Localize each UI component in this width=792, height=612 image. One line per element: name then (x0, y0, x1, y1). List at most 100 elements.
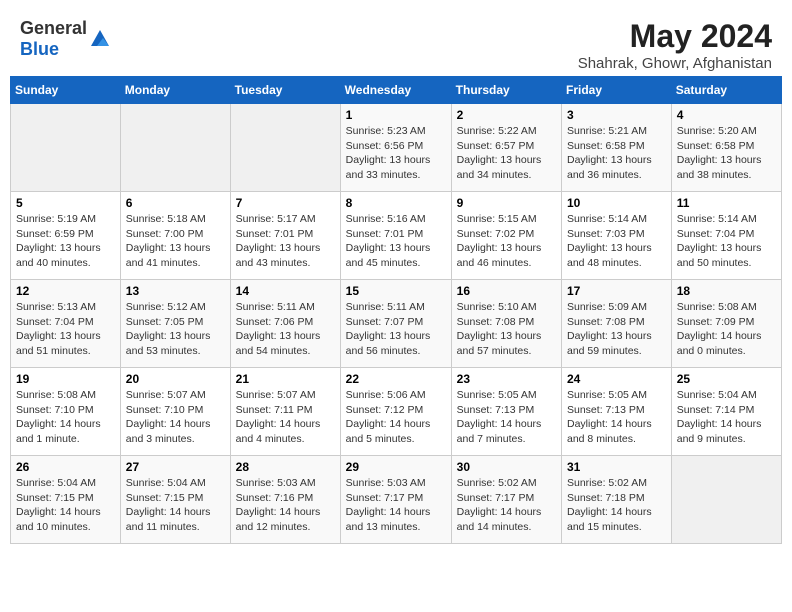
day-number: 30 (457, 460, 556, 474)
cell-info: Sunrise: 5:09 AMSunset: 7:08 PMDaylight:… (567, 301, 652, 357)
calendar-cell: 30 Sunrise: 5:02 AMSunset: 7:17 PMDayligh… (451, 456, 561, 544)
cell-info: Sunrise: 5:03 AMSunset: 7:17 PMDaylight:… (346, 477, 431, 533)
cell-info: Sunrise: 5:16 AMSunset: 7:01 PMDaylight:… (346, 213, 431, 269)
day-number: 19 (16, 372, 115, 386)
calendar-cell: 26Sunrise: 5:04 AMSunset: 7:15 PMDayligh… (11, 456, 121, 544)
calendar-cell: 25 Sunrise: 5:04 AMSunset: 7:14 PMDayligh… (671, 368, 781, 456)
logo-text: General Blue (20, 18, 87, 60)
cell-info: Sunrise: 5:03 AMSunset: 7:16 PMDaylight:… (236, 477, 321, 533)
calendar-cell: 2 Sunrise: 5:22 AMSunset: 6:57 PMDaylight… (451, 104, 561, 192)
logo-blue: Blue (20, 39, 59, 59)
calendar-cell: 22 Sunrise: 5:06 AMSunset: 7:12 PMDayligh… (340, 368, 451, 456)
cell-info: Sunrise: 5:05 AMSunset: 7:13 PMDaylight:… (567, 389, 652, 445)
day-number: 16 (457, 284, 556, 298)
calendar-cell: 21 Sunrise: 5:07 AMSunset: 7:11 PMDayligh… (230, 368, 340, 456)
cell-info: Sunrise: 5:07 AMSunset: 7:10 PMDaylight:… (126, 389, 211, 445)
calendar-cell (120, 104, 230, 192)
calendar-cell: 11 Sunrise: 5:14 AMSunset: 7:04 PMDayligh… (671, 192, 781, 280)
week-row-4: 19 Sunrise: 5:08 AMSunset: 7:10 PMDayligh… (11, 368, 782, 456)
day-number: 3 (567, 108, 666, 122)
column-header-monday: Monday (120, 77, 230, 104)
calendar-cell: 6Sunrise: 5:18 AMSunset: 7:00 PMDaylight… (120, 192, 230, 280)
cell-info: Sunrise: 5:22 AMSunset: 6:57 PMDaylight:… (457, 125, 542, 181)
day-number: 7 (236, 196, 335, 210)
day-number: 25 (677, 372, 776, 386)
day-number: 24 (567, 372, 666, 386)
cell-info: Sunrise: 5:06 AMSunset: 7:12 PMDaylight:… (346, 389, 431, 445)
day-number: 22 (346, 372, 446, 386)
calendar-cell: 27 Sunrise: 5:04 AMSunset: 7:15 PMDayligh… (120, 456, 230, 544)
day-number: 9 (457, 196, 556, 210)
day-number: 31 (567, 460, 666, 474)
calendar-cell: 17Sunrise: 5:09 AMSunset: 7:08 PMDayligh… (562, 280, 672, 368)
cell-info: Sunrise: 5:13 AMSunset: 7:04 PMDaylight:… (16, 301, 101, 357)
day-number: 2 (457, 108, 556, 122)
calendar-cell: 24 Sunrise: 5:05 AMSunset: 7:13 PMDayligh… (562, 368, 672, 456)
day-number: 1 (346, 108, 446, 122)
logo-icon (89, 28, 111, 50)
calendar-cell: 16 Sunrise: 5:10 AMSunset: 7:08 PMDayligh… (451, 280, 561, 368)
location: Shahrak, Ghowr, Afghanistan (578, 55, 772, 72)
cell-info: Sunrise: 5:18 AMSunset: 7:00 PMDaylight:… (126, 213, 211, 269)
title-block: May 2024 Shahrak, Ghowr, Afghanistan (578, 18, 772, 72)
cell-info: Sunrise: 5:17 AMSunset: 7:01 PMDaylight:… (236, 213, 321, 269)
day-number: 21 (236, 372, 335, 386)
calendar-cell: 18Sunrise: 5:08 AMSunset: 7:09 PMDayligh… (671, 280, 781, 368)
cell-info: Sunrise: 5:10 AMSunset: 7:08 PMDaylight:… (457, 301, 542, 357)
calendar-cell (230, 104, 340, 192)
day-number: 28 (236, 460, 335, 474)
cell-info: Sunrise: 5:04 AMSunset: 7:15 PMDaylight:… (16, 477, 101, 533)
week-row-1: 1 Sunrise: 5:23 AMSunset: 6:56 PMDaylight… (11, 104, 782, 192)
day-number: 15 (346, 284, 446, 298)
day-number: 29 (346, 460, 446, 474)
calendar-cell: 9 Sunrise: 5:15 AMSunset: 7:02 PMDaylight… (451, 192, 561, 280)
calendar-table: SundayMondayTuesdayWednesdayThursdayFrid… (10, 76, 782, 544)
cell-info: Sunrise: 5:04 AMSunset: 7:14 PMDaylight:… (677, 389, 762, 445)
calendar-cell: 13Sunrise: 5:12 AMSunset: 7:05 PMDayligh… (120, 280, 230, 368)
cell-info: Sunrise: 5:15 AMSunset: 7:02 PMDaylight:… (457, 213, 542, 269)
column-header-sunday: Sunday (11, 77, 121, 104)
cell-info: Sunrise: 5:08 AMSunset: 7:10 PMDaylight:… (16, 389, 101, 445)
calendar-cell: 20 Sunrise: 5:07 AMSunset: 7:10 PMDayligh… (120, 368, 230, 456)
day-number: 27 (126, 460, 225, 474)
cell-info: Sunrise: 5:04 AMSunset: 7:15 PMDaylight:… (126, 477, 211, 533)
calendar-cell: 28 Sunrise: 5:03 AMSunset: 7:16 PMDayligh… (230, 456, 340, 544)
cell-info: Sunrise: 5:02 AMSunset: 7:18 PMDaylight:… (567, 477, 652, 533)
calendar-cell: 14 Sunrise: 5:11 AMSunset: 7:06 PMDayligh… (230, 280, 340, 368)
calendar-cell: 29 Sunrise: 5:03 AMSunset: 7:17 PMDayligh… (340, 456, 451, 544)
calendar-cell: 5Sunrise: 5:19 AMSunset: 6:59 PMDaylight… (11, 192, 121, 280)
calendar-cell: 23 Sunrise: 5:05 AMSunset: 7:13 PMDayligh… (451, 368, 561, 456)
day-number: 4 (677, 108, 776, 122)
calendar-cell: 12 Sunrise: 5:13 AMSunset: 7:04 PMDayligh… (11, 280, 121, 368)
cell-info: Sunrise: 5:14 AMSunset: 7:04 PMDaylight:… (677, 213, 762, 269)
day-number: 12 (16, 284, 115, 298)
calendar-cell: 1 Sunrise: 5:23 AMSunset: 6:56 PMDaylight… (340, 104, 451, 192)
cell-info: Sunrise: 5:20 AMSunset: 6:58 PMDaylight:… (677, 125, 762, 181)
column-header-thursday: Thursday (451, 77, 561, 104)
column-header-tuesday: Tuesday (230, 77, 340, 104)
cell-info: Sunrise: 5:05 AMSunset: 7:13 PMDaylight:… (457, 389, 542, 445)
logo-general: General (20, 18, 87, 38)
calendar-cell: 10Sunrise: 5:14 AMSunset: 7:03 PMDayligh… (562, 192, 672, 280)
calendar-cell (11, 104, 121, 192)
cell-info: Sunrise: 5:11 AMSunset: 7:07 PMDaylight:… (346, 301, 431, 357)
week-row-2: 5Sunrise: 5:19 AMSunset: 6:59 PMDaylight… (11, 192, 782, 280)
day-number: 8 (346, 196, 446, 210)
cell-info: Sunrise: 5:11 AMSunset: 7:06 PMDaylight:… (236, 301, 321, 357)
day-number: 5 (16, 196, 115, 210)
calendar-cell: 7 Sunrise: 5:17 AMSunset: 7:01 PMDaylight… (230, 192, 340, 280)
cell-info: Sunrise: 5:02 AMSunset: 7:17 PMDaylight:… (457, 477, 542, 533)
calendar-cell (671, 456, 781, 544)
logo: General Blue (20, 18, 111, 60)
calendar-cell: 8 Sunrise: 5:16 AMSunset: 7:01 PMDaylight… (340, 192, 451, 280)
calendar-cell: 15 Sunrise: 5:11 AMSunset: 7:07 PMDayligh… (340, 280, 451, 368)
day-number: 11 (677, 196, 776, 210)
day-number: 23 (457, 372, 556, 386)
column-header-saturday: Saturday (671, 77, 781, 104)
day-number: 14 (236, 284, 335, 298)
cell-info: Sunrise: 5:08 AMSunset: 7:09 PMDaylight:… (677, 301, 762, 357)
header-row: SundayMondayTuesdayWednesdayThursdayFrid… (11, 77, 782, 104)
cell-info: Sunrise: 5:07 AMSunset: 7:11 PMDaylight:… (236, 389, 321, 445)
day-number: 20 (126, 372, 225, 386)
cell-info: Sunrise: 5:23 AMSunset: 6:56 PMDaylight:… (346, 125, 431, 181)
